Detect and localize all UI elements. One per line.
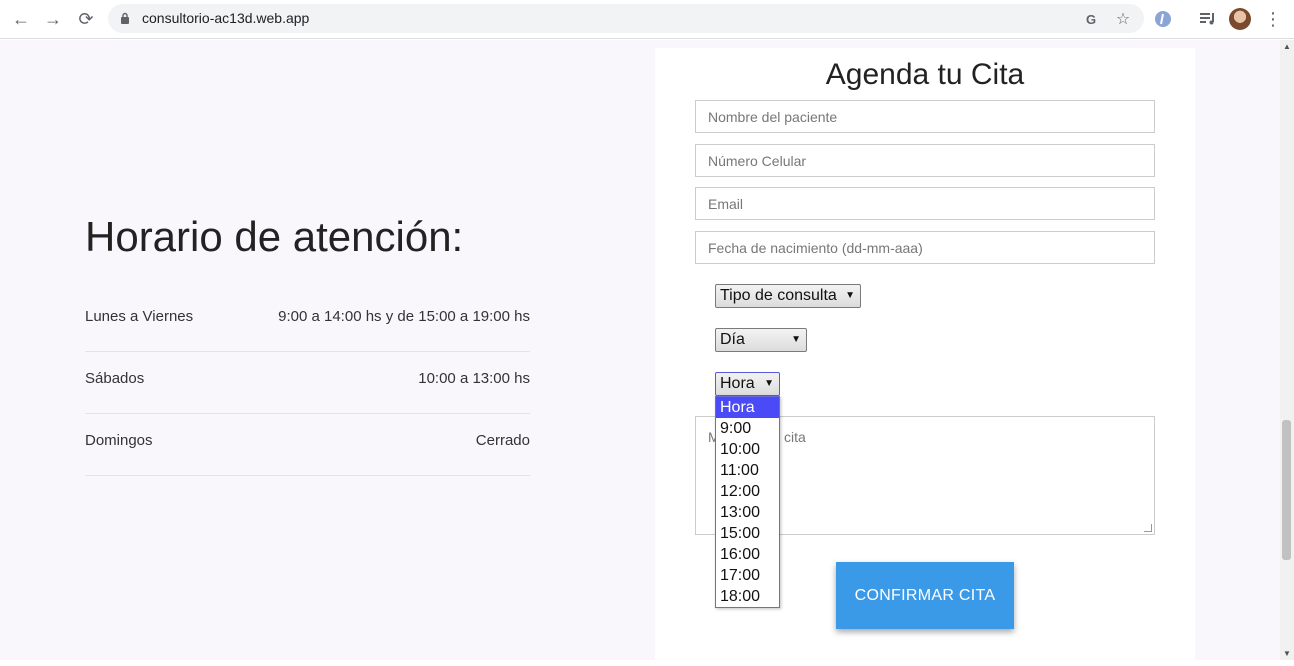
hour-value: Hora	[720, 375, 755, 392]
dropdown-arrow-icon: ▼	[764, 378, 774, 389]
schedule-title: Horario de atención:	[85, 213, 464, 260]
hour-option[interactable]: 9:00	[716, 418, 779, 439]
schedule-time: Cerrado	[475, 432, 530, 449]
form-title: Agenda tu Cita	[825, 58, 1025, 91]
email-input[interactable]	[695, 187, 1155, 220]
birthdate-input[interactable]	[695, 231, 1155, 264]
day-value: Día	[720, 331, 745, 348]
dropdown-arrow-icon: ▼	[845, 290, 855, 301]
page-content: Horario de atención: Lunes a Viernes 9:0…	[0, 40, 1280, 660]
schedule-time: 10:00 a 13:00 hs	[418, 370, 530, 387]
hour-option[interactable]: 18:00	[716, 586, 779, 607]
hour-select[interactable]: Hora ▼	[715, 372, 780, 396]
hour-dropdown-list[interactable]: Hora 9:00 10:00 11:00 12:00 13:00 15:00 …	[715, 396, 780, 608]
schedule-day: Lunes a Viernes	[85, 308, 194, 325]
scrollbar-thumb[interactable]	[1282, 420, 1291, 560]
extension-icon[interactable]	[1152, 8, 1174, 30]
consult-type-select[interactable]: Tipo de consulta ▼	[715, 284, 861, 308]
media-queue-icon[interactable]	[1197, 8, 1219, 30]
confirm-appointment-button[interactable]: CONFIRMAR CITA	[836, 562, 1014, 629]
scroll-up-icon[interactable]: ▲	[1283, 42, 1291, 51]
dropdown-arrow-icon: ▼	[791, 334, 801, 345]
message-placeholder-end: cita	[784, 429, 806, 445]
browser-toolbar: ← → ⟳ consultorio-ac13d.web.app G ☆ ⋮	[0, 0, 1294, 39]
hour-option[interactable]: 11:00	[716, 460, 779, 481]
hour-option[interactable]: 10:00	[716, 439, 779, 460]
phone-input[interactable]	[695, 144, 1155, 177]
resize-grip-icon[interactable]	[1144, 524, 1152, 532]
back-arrow-icon[interactable]: ←	[10, 8, 32, 30]
scroll-down-icon[interactable]: ▼	[1283, 649, 1291, 658]
schedule-time: 9:00 a 14:00 hs y de 15:00 a 19:00 hs	[278, 308, 530, 325]
hour-option[interactable]: 12:00	[716, 481, 779, 502]
profile-avatar[interactable]	[1229, 8, 1251, 30]
schedule-row: Domingos Cerrado	[85, 414, 530, 476]
page-scrollbar[interactable]: ▲ ▼	[1280, 40, 1294, 660]
hour-option[interactable]: 15:00	[716, 523, 779, 544]
hour-option[interactable]: 17:00	[716, 565, 779, 586]
bookmark-star-icon[interactable]: ☆	[1113, 9, 1133, 29]
schedule-day: Domingos	[85, 432, 153, 449]
lock-icon	[121, 12, 129, 24]
address-bar[interactable]: consultorio-ac13d.web.app G ☆	[108, 4, 1144, 33]
schedule-day: Sábados	[85, 370, 145, 387]
url-text: consultorio-ac13d.web.app	[142, 10, 310, 26]
patient-name-input[interactable]	[695, 100, 1155, 133]
schedule-row: Sábados 10:00 a 13:00 hs	[85, 352, 530, 414]
reload-icon[interactable]: ⟳	[75, 8, 97, 30]
translate-icon[interactable]: G	[1081, 9, 1101, 29]
consult-type-value: Tipo de consulta	[720, 287, 837, 304]
hour-option[interactable]: 13:00	[716, 502, 779, 523]
schedule-row: Lunes a Viernes 9:00 a 14:00 hs y de 15:…	[85, 290, 530, 352]
browser-menu-icon[interactable]: ⋮	[1262, 8, 1284, 30]
hour-option[interactable]: 16:00	[716, 544, 779, 565]
day-select[interactable]: Día ▼	[715, 328, 807, 352]
forward-arrow-icon[interactable]: →	[42, 8, 64, 30]
hour-option[interactable]: Hora	[716, 397, 779, 418]
